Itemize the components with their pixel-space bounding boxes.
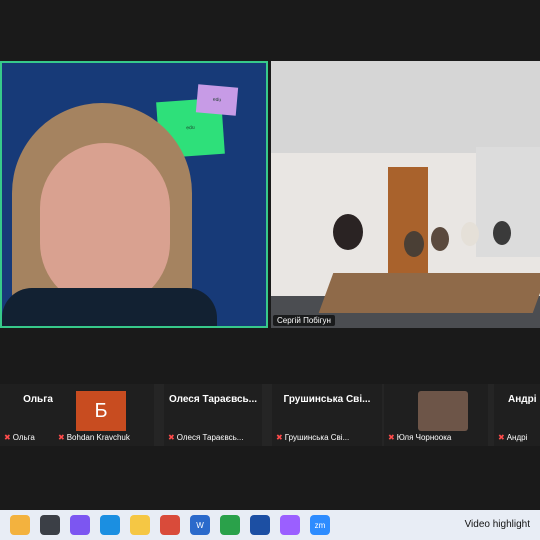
attendee-2 — [404, 231, 424, 257]
widgets-icon[interactable] — [10, 515, 30, 535]
attendee-1 — [333, 214, 363, 250]
participant-label: ✖ Юля Чорноока — [388, 433, 452, 442]
video-tile-speaker[interactable]: edu edu — [0, 61, 268, 328]
name-tag: Сергій Побігун — [273, 315, 335, 326]
mic-muted-icon: ✖ — [498, 433, 505, 442]
attendee-4 — [461, 222, 479, 246]
mic-muted-icon: ✖ — [388, 433, 395, 442]
video-tile-room[interactable]: Сергій Побігун — [271, 61, 540, 328]
gallery-tile-olesia[interactable]: Олеся Тараєвсь... ✖ Олеся Тараєвсь... — [164, 384, 262, 446]
folder-icon[interactable] — [130, 515, 150, 535]
attendee-5 — [493, 221, 511, 245]
avatar: Б — [76, 391, 126, 431]
person-face — [40, 143, 170, 308]
mic-muted-icon: ✖ — [4, 433, 11, 442]
participant-name: Олеся Тараєвсь... — [168, 394, 258, 405]
room-ceiling — [271, 61, 540, 153]
mic-muted-icon: ✖ — [168, 433, 175, 442]
word-icon[interactable]: W — [190, 515, 210, 535]
copilot-icon[interactable] — [70, 515, 90, 535]
video-highlight[interactable]: Video highlight — [465, 519, 530, 530]
gallery-strip: Ольга ✖ Ольга Б ✖ Bohdan Kravchuk Олеся … — [0, 384, 540, 446]
sticky-note-purple: edu — [195, 84, 239, 116]
conference-table — [318, 273, 540, 313]
gallery-tile-bohdan[interactable]: Б ✖ Bohdan Kravchuk — [54, 384, 154, 446]
participant-name: Андрі — [508, 394, 537, 405]
attendee-3 — [431, 227, 449, 251]
gallery-tile-andrii[interactable]: Андрі ✖ Андрі — [494, 384, 540, 446]
room-door — [388, 167, 428, 275]
edge-icon[interactable] — [100, 515, 120, 535]
participant-label: ✖ Bohdan Kravchuk — [58, 433, 130, 442]
gallery-tile-hrushynska[interactable]: Грушинська Сві... ✖ Грушинська Сві... — [272, 384, 382, 446]
zoom-icon[interactable]: zm — [310, 515, 330, 535]
task-view-icon[interactable] — [40, 515, 60, 535]
top-bar — [0, 0, 540, 61]
participant-photo — [418, 391, 468, 431]
save-icon[interactable] — [250, 515, 270, 535]
gallery-tile-yulia[interactable]: ✖ Юля Чорноока — [384, 384, 488, 446]
mic-muted-icon: ✖ — [276, 433, 283, 442]
taskbar: W zm Video highlight — [0, 510, 540, 540]
chrome-icon[interactable] — [220, 515, 240, 535]
phone-icon[interactable] — [280, 515, 300, 535]
participant-label: ✖ Андрі — [498, 433, 528, 442]
participant-name: Грушинська Сві... — [283, 394, 371, 405]
participant-label: ✖ Олеся Тараєвсь... — [168, 433, 244, 442]
person-shirt — [2, 288, 217, 326]
participant-label: ✖ Грушинська Сві... — [276, 433, 350, 442]
mic-muted-icon: ✖ — [58, 433, 65, 442]
chrome-icon[interactable] — [160, 515, 180, 535]
